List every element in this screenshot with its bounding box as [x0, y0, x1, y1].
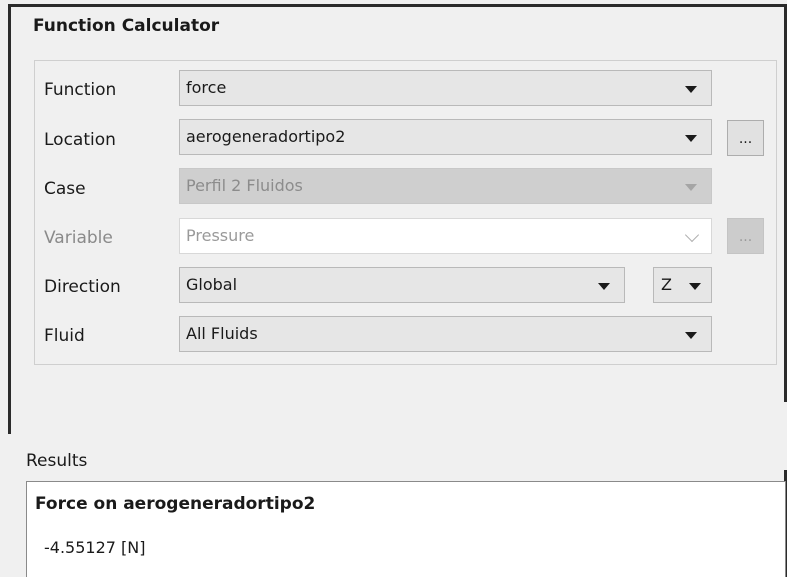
axis-value: Z: [661, 275, 672, 294]
case-select[interactable]: Perfil 2 Fluidos: [179, 168, 712, 204]
axis-select[interactable]: Z: [653, 267, 712, 303]
variable-label: Variable: [44, 228, 113, 248]
function-label: Function: [44, 80, 117, 100]
fluid-select[interactable]: All Fluids: [179, 316, 712, 352]
variable-value: Pressure: [186, 226, 255, 245]
panel-title: Function Calculator: [33, 16, 220, 36]
fluid-label: Fluid: [44, 326, 85, 346]
chevron-down-icon: [598, 283, 610, 290]
direction-value: Global: [186, 275, 238, 294]
case-value: Perfil 2 Fluidos: [186, 176, 303, 195]
location-value: aerogeneradortipo2: [186, 127, 346, 146]
case-label: Case: [44, 179, 86, 199]
location-select[interactable]: aerogeneradortipo2: [179, 119, 712, 155]
chevron-down-icon: [685, 86, 697, 93]
variable-select[interactable]: Pressure: [179, 218, 712, 254]
variable-browse-button[interactable]: ...: [727, 218, 764, 254]
results-label: Results: [26, 451, 88, 471]
chevron-down-icon: [685, 184, 697, 191]
chevron-down-icon: [684, 227, 700, 243]
fluid-value: All Fluids: [186, 324, 258, 343]
chevron-down-icon: [685, 135, 697, 142]
window-border-left: [8, 4, 11, 434]
results-title: Force on aerogeneradortipo2: [35, 494, 316, 514]
direction-select[interactable]: Global: [179, 267, 625, 303]
results-value: -4.55127 [N]: [44, 538, 146, 557]
window-border-top: [8, 4, 787, 7]
chevron-down-icon: [685, 332, 697, 339]
direction-label: Direction: [44, 277, 121, 297]
function-value: force: [186, 78, 227, 97]
chevron-down-icon: [689, 283, 701, 290]
location-browse-button[interactable]: ...: [727, 120, 764, 156]
function-select[interactable]: force: [179, 70, 712, 106]
location-label: Location: [44, 130, 116, 150]
